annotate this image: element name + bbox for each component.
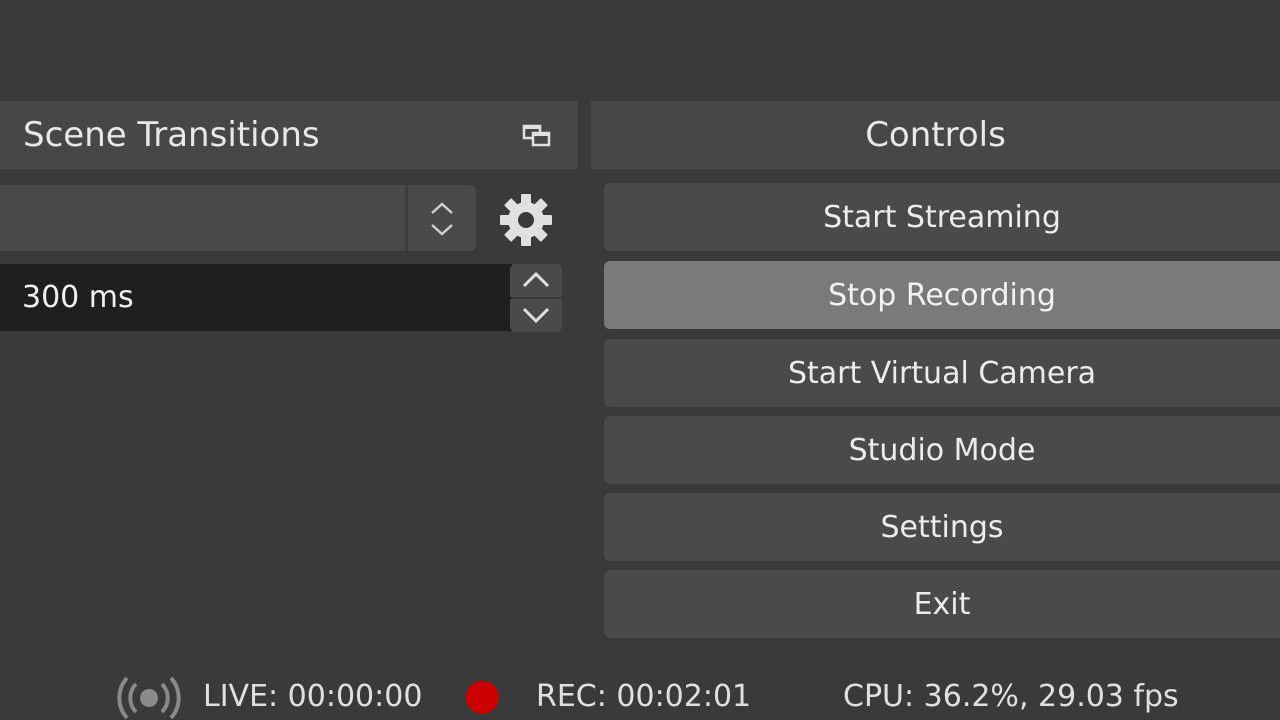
studio-mode-button[interactable]: Studio Mode — [604, 416, 1280, 484]
status-bar: LIVE: 00:00:00 REC: 00:02:01 CPU: 36.2%,… — [0, 662, 1280, 720]
exit-button[interactable]: Exit — [604, 570, 1280, 638]
duration-stepper — [510, 264, 562, 332]
chevron-up-icon — [522, 271, 550, 288]
cpu-fps-readout: CPU: 36.2%, 29.03 fps — [843, 679, 1179, 714]
start-virtual-camera-button[interactable]: Start Virtual Camera — [604, 339, 1280, 407]
start-streaming-button[interactable]: Start Streaming — [604, 183, 1280, 251]
duration-input[interactable]: 300 ms — [0, 264, 512, 331]
rec-timer: REC: 00:02:01 — [536, 679, 752, 714]
broadcast-icon — [114, 676, 184, 720]
scene-transitions-title: Scene Transitions — [23, 115, 320, 155]
obs-window: Scene Transitions 300 ms Controls Start … — [0, 0, 1280, 720]
updown-chevron-icon[interactable] — [422, 197, 462, 241]
duration-value: 300 ms — [22, 280, 134, 315]
duration-decrement-button[interactable] — [510, 299, 562, 332]
stop-recording-button[interactable]: Stop Recording — [604, 261, 1280, 329]
combo-divider — [405, 185, 408, 251]
live-timer: LIVE: 00:00:00 — [203, 679, 423, 714]
record-dot-icon — [466, 681, 499, 714]
chevron-down-icon — [522, 307, 550, 324]
settings-button[interactable]: Settings — [604, 493, 1280, 561]
undock-icon[interactable] — [522, 124, 552, 148]
transition-settings-button[interactable] — [492, 186, 560, 254]
controls-dock-header: Controls — [591, 101, 1280, 169]
gear-icon — [500, 194, 552, 246]
transition-select[interactable] — [0, 185, 476, 251]
duration-increment-button[interactable] — [510, 264, 562, 297]
scene-transitions-dock-header: Scene Transitions — [0, 101, 578, 169]
controls-title: Controls — [865, 115, 1006, 155]
